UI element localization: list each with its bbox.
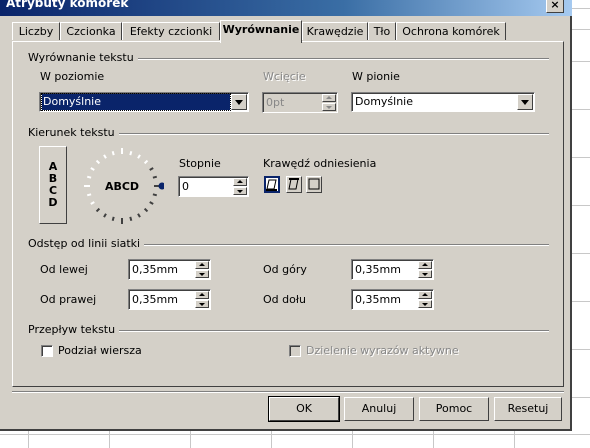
tab-numbers[interactable]: Liczby [12,22,60,40]
right-spacing-stepper[interactable]: 0,35mm [128,289,211,310]
wrap-checkbox[interactable] [41,345,53,357]
tab-cell-protection[interactable]: Ochrona komórek [396,22,506,40]
degrees-stepper[interactable]: 0 [178,176,249,197]
cancel-button[interactable]: Anuluj [344,397,414,421]
separator [12,391,564,393]
dial-tick [137,154,141,159]
bottom-edge-icon[interactable] [264,176,280,193]
dial-tick [86,193,92,197]
text-direction-heading: Kierunek tekstu [28,126,119,139]
spin-up-icon[interactable] [233,178,247,186]
dial-tick [95,159,101,165]
spin-down-icon[interactable] [418,270,432,278]
text-alignment-heading: Wyrównanie tekstu [28,51,138,64]
dial-tick [143,207,149,213]
grid-spacing-heading: Odstęp od linii siatki [28,237,145,250]
spin-up-icon[interactable] [195,291,209,299]
tab-font[interactable]: Czcionka [60,22,122,40]
hyphenation-label: Dzielenie wyrazów aktywne [306,344,459,357]
chevron-down-icon[interactable] [231,94,247,110]
ok-button[interactable]: OK [268,396,340,422]
inside-cell-icon[interactable] [306,176,322,193]
chevron-down-icon[interactable] [517,94,533,110]
hyphenation-checkbox [289,345,301,357]
tab-background[interactable]: Tło [368,22,396,40]
dial-tick [137,213,141,218]
horizontal-select[interactable]: Domyślnie [39,92,249,112]
dial-tick [152,175,158,179]
vertical-select[interactable]: Domyślnie [351,92,535,112]
right-label: Od prawej [40,293,97,306]
dial-tick [143,159,149,165]
dial-tick [111,216,115,222]
vertical-select-value: Domyślnie [355,95,414,108]
left-spacing-value: 0,35mm [132,263,178,276]
right-spacing-value: 0,35mm [132,293,178,306]
reference-edge-label: Krawędź odniesienia [263,157,377,170]
help-button[interactable]: Pomoc [419,397,489,421]
reset-button[interactable]: Resetuj [494,397,562,421]
dial-tick [111,150,115,156]
top-edge-icon[interactable] [286,176,302,193]
degrees-value: 0 [182,180,189,193]
bottom-label: Od dołu [263,293,306,306]
dial-tick [149,167,154,171]
bottom-spacing-value: 0,35mm [355,293,401,306]
horizontal-select-value: Domyślnie [41,93,231,111]
titlebar: Atrybuty komórek × [0,0,572,16]
indent-label: Wcięcie [263,70,306,83]
top-label: Od góry [263,263,307,276]
left-spacing-stepper[interactable]: 0,35mm [128,259,211,280]
spin-down-icon[interactable] [195,300,209,308]
tab-font-effects[interactable]: Efekty czcionki [122,22,220,40]
tab-borders[interactable]: Krawędzie [302,22,368,40]
spin-down-icon[interactable] [418,300,432,308]
spin-up-icon [322,94,336,102]
close-button[interactable]: × [546,0,564,13]
indent-stepper: 0pt [262,92,338,113]
dial-tick [86,175,92,179]
dial-tick [152,193,158,197]
spin-up-icon[interactable] [195,261,209,269]
wrap-label[interactable]: Podział wiersza [58,344,142,357]
rotation-dial[interactable]: ABCD [78,145,164,227]
dial-tick [95,207,101,213]
left-label: Od lewej [40,263,88,276]
tab-alignment[interactable]: Wyrównanie [220,20,302,43]
dial-tick [90,167,95,171]
dial-tick [149,201,154,205]
format-cells-dialog: Atrybuty komórek × Liczby Czcionka Efekt… [0,0,572,431]
spin-down-icon[interactable] [233,187,247,195]
text-flow-heading: Przepływ tekstu [28,323,120,336]
dial-marker[interactable] [158,182,165,190]
vertical-label: W pionie [352,70,400,83]
vertical-stack-toggle[interactable]: A B C D [39,146,67,224]
top-spacing-stepper[interactable]: 0,35mm [351,259,434,280]
stack-letter: D [48,196,58,209]
spin-down-icon [322,103,336,111]
window-title: Atrybuty komórek [6,0,129,10]
bottom-spacing-stepper[interactable]: 0,35mm [351,289,434,310]
dial-tick [90,201,95,205]
dial-text: ABCD [105,180,139,193]
grid-line [0,434,590,435]
dial-tick [129,150,133,156]
horizontal-label: W poziomie [40,70,105,83]
degrees-label: Stopnie [179,157,221,170]
top-spacing-value: 0,35mm [355,263,401,276]
dial-tick [129,216,133,222]
spin-up-icon[interactable] [418,261,432,269]
indent-value: 0pt [266,96,285,109]
dial-tick [103,213,107,218]
spin-down-icon[interactable] [195,270,209,278]
dial-tick [103,154,107,159]
spin-up-icon[interactable] [418,291,432,299]
